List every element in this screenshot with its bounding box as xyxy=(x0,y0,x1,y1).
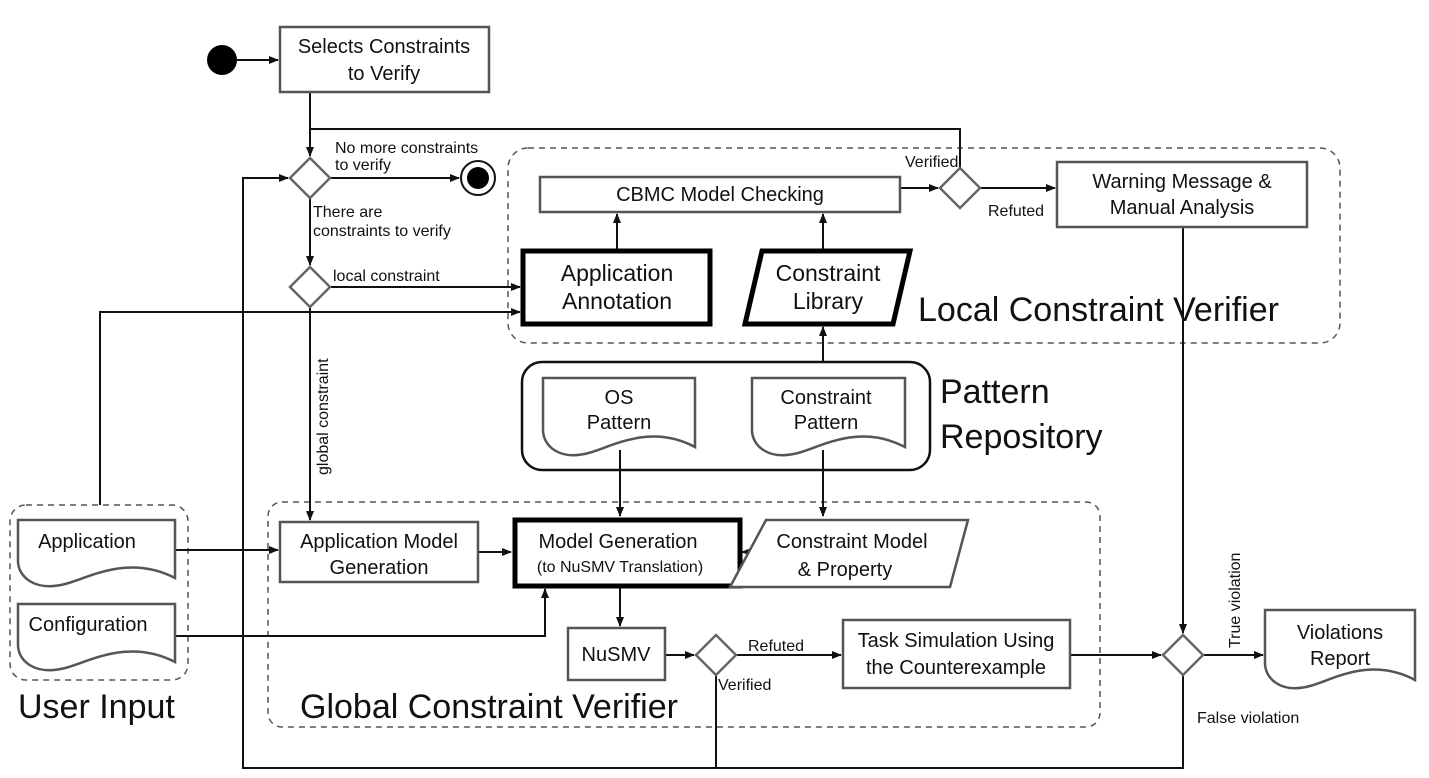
pattern-repo-label-2: Repository xyxy=(940,418,1103,456)
decision-constraints-left xyxy=(288,156,332,200)
select-label-2: to Verify xyxy=(348,63,420,85)
annotation-label-2: Annotation xyxy=(562,288,672,314)
refuted-top-label: Refuted xyxy=(988,203,1044,220)
decision-constraint-type xyxy=(288,265,332,309)
cbmc-label: CBMC Model Checking xyxy=(616,184,824,206)
task-sim-label-2: the Counterexample xyxy=(866,657,1046,679)
start-node xyxy=(207,45,237,75)
warning-label-1: Warning Message & xyxy=(1092,171,1272,193)
task-sim-label-1: Task Simulation Using xyxy=(858,630,1055,652)
constraint-model-label-1: Constraint Model xyxy=(776,531,927,553)
constraint-pattern-label-1: Constraint xyxy=(780,387,872,409)
app-model-gen-label-2: Generation xyxy=(330,557,429,579)
local-constraint-label: local constraint xyxy=(333,268,440,285)
select-label-1: Selects Constraints xyxy=(298,36,470,58)
nusmv-label: NuSMV xyxy=(582,644,652,666)
no-more-label-1: No more constraints xyxy=(335,140,478,157)
model-gen-label-1: Model Generation xyxy=(539,531,698,553)
constraint-model-label-2: & Property xyxy=(798,559,892,581)
library-label-2: Library xyxy=(793,288,864,314)
annotation-label-1: Application xyxy=(561,260,674,286)
pattern-repo-label-1: Pattern xyxy=(940,373,1050,411)
model-gen-label-2: (to NuSMV Translation) xyxy=(537,559,703,576)
violations-label-2: Report xyxy=(1310,648,1370,670)
user-input-label: User Input xyxy=(18,688,175,726)
decision-nusmv-result xyxy=(694,633,738,677)
there-are-label-1: There are xyxy=(313,204,382,221)
application-label: Application xyxy=(38,531,136,553)
global-constraint-label: global constraint xyxy=(315,358,332,475)
decision-violation xyxy=(1161,633,1205,677)
constraint-pattern-label-2: Pattern xyxy=(794,412,858,434)
refuted-bottom-label: Refuted xyxy=(748,638,804,655)
library-label-1: Constraint xyxy=(776,260,881,286)
false-violation-label: False violation xyxy=(1197,710,1299,727)
violations-label-1: Violations xyxy=(1297,622,1383,644)
decision-cbmc-result xyxy=(938,166,982,210)
end-node-core xyxy=(467,167,489,189)
configuration-label: Configuration xyxy=(29,614,148,636)
verified-bottom-label: Verified xyxy=(718,677,771,694)
app-model-gen-label-1: Application Model xyxy=(300,531,458,553)
application-doc xyxy=(16,518,177,588)
true-violation-label: True violation xyxy=(1227,553,1244,648)
no-more-label-2: to verify xyxy=(335,157,391,174)
os-pattern-label-2: Pattern xyxy=(587,412,651,434)
there-are-label-2: constraints to verify xyxy=(313,223,451,240)
model-generation-box xyxy=(512,517,743,589)
verified-top-label: Verified xyxy=(905,154,958,171)
local-verifier-label: Local Constraint Verifier xyxy=(918,291,1279,329)
warning-label-2: Manual Analysis xyxy=(1110,197,1255,219)
global-verifier-label: Global Constraint Verifier xyxy=(300,688,678,726)
edge-config-modelgen xyxy=(175,588,549,637)
os-pattern-label-1: OS xyxy=(605,387,634,409)
verification-activity-diagram: Selects Constraints to Verify CBMC Model… xyxy=(9,25,1417,769)
